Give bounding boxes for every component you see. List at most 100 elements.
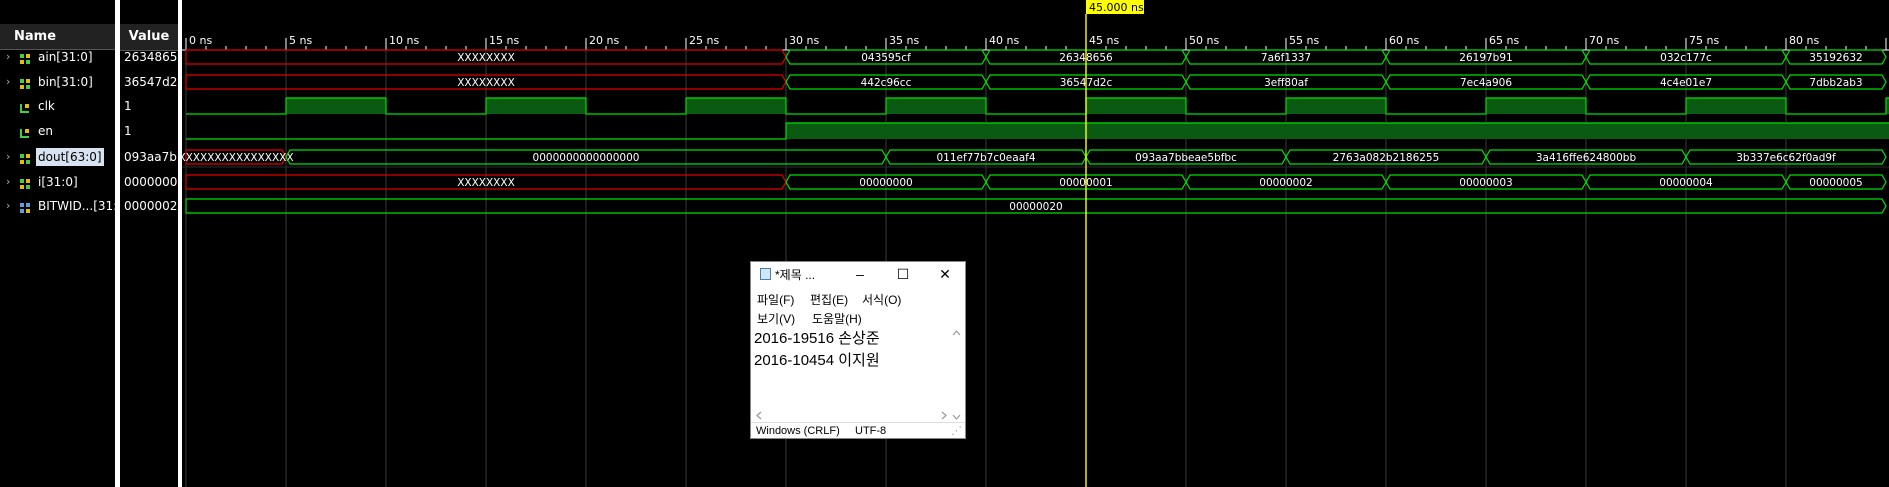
signal-row[interactable]: › BITWID...[31:0]	[0, 196, 130, 216]
notepad-app-icon	[760, 268, 771, 280]
bus-value-label: 442c96cc	[861, 77, 912, 89]
signal-value: 2634865	[124, 50, 178, 64]
ruler-tick-label: 75 ns	[1689, 34, 1719, 47]
ruler-tick-label: 80 ns	[1789, 34, 1819, 47]
bus-value-label: XXXXXXXX	[457, 52, 515, 64]
ruler-tick-label: 50 ns	[1189, 34, 1219, 47]
menu-help[interactable]: 도움말(H)	[812, 310, 862, 327]
clk-high-fill	[1286, 98, 1386, 114]
ruler-tick-label: 65 ns	[1489, 34, 1519, 47]
vertical-scrollbar[interactable]	[950, 326, 963, 424]
wire-icon	[19, 125, 31, 138]
menu-file[interactable]: 파일(F)	[757, 291, 794, 308]
clk-high-fill	[1086, 98, 1186, 114]
ruler-tick-label: 45 ns	[1089, 34, 1119, 47]
bus-value-label: 35192632	[1809, 52, 1862, 64]
bus-value-label: 043595cf	[861, 52, 911, 64]
bus-value-label: 4c4e01e7	[1660, 77, 1712, 89]
bus-icon	[19, 76, 31, 89]
notepad-statusbar: Windows (CRLF) UTF-8 ⋰	[751, 422, 965, 440]
clk-high-fill	[286, 98, 386, 114]
signal-name[interactable]: dout[63:0]	[35, 147, 105, 167]
bus-value-label: 7dbb2ab3	[1809, 77, 1862, 89]
bus-value-label: 093aa7bbeae5bfbc	[1135, 152, 1237, 164]
ruler-tick-label: 40 ns	[989, 34, 1019, 47]
signal-row[interactable]: › ain[31:0]	[0, 47, 115, 67]
clk-high-fill	[1486, 98, 1586, 114]
name-column: Name › ain[31:0] › bin[31:0] clk en › dout[63:0…	[0, 0, 130, 487]
clk-high-fill	[886, 98, 986, 114]
ruler-tick-label: 5 ns	[289, 34, 312, 47]
bus-value-label: 00000003	[1459, 177, 1512, 189]
bus-value-label: 2763a082b2186255	[1333, 152, 1440, 164]
clk-high-fill	[486, 98, 586, 114]
bus-value-label: XXXXXXXX	[457, 77, 515, 89]
bus-value-label: 011ef77b7c0eaaf4	[936, 152, 1035, 164]
horizontal-scrollbar[interactable]	[754, 409, 950, 422]
signal-value: 0000002	[124, 199, 178, 213]
param-icon	[19, 200, 31, 213]
wire-icon	[19, 100, 31, 113]
bus-value-label: 3eff80af	[1264, 77, 1308, 89]
resize-grip-icon[interactable]: ⋰	[951, 423, 962, 440]
expand-chevron-icon[interactable]: ›	[6, 196, 16, 216]
signal-value: 1	[124, 124, 132, 138]
minimize-button[interactable]: –	[849, 264, 871, 284]
bus-icon	[19, 176, 31, 189]
status-encoding: UTF-8	[855, 425, 887, 437]
ruler-tick-label: 20 ns	[589, 34, 619, 47]
bus-value-label: 3b337e6c62f0ad9f	[1736, 152, 1836, 164]
clk-high-fill	[1686, 98, 1786, 114]
menu-format[interactable]: 서식(O)	[862, 291, 901, 308]
menu-edit[interactable]: 편집(E)	[810, 291, 848, 308]
close-button[interactable]: ✕	[934, 264, 956, 284]
clk-high-fill	[686, 98, 786, 114]
notepad-text-area[interactable]: 2016-19516 손상준 2016-10454 이지원	[754, 328, 954, 408]
menu-view[interactable]: 보기(V)	[757, 310, 795, 327]
bus-value-label: XXXXXXXX	[457, 177, 515, 189]
signal-name[interactable]: i[31:0]	[36, 173, 80, 191]
bus-icon	[19, 51, 31, 64]
expand-chevron-icon[interactable]: ›	[6, 172, 16, 192]
ruler-tick-label: 15 ns	[489, 34, 519, 47]
signal-row[interactable]: en	[0, 121, 115, 141]
bus-value-label: 032c177c	[1660, 52, 1712, 64]
maximize-button[interactable]: ☐	[892, 264, 914, 284]
notepad-window[interactable]: *제목 ... – ☐ ✕ 파일(F) 편집(E) 서식(O) 보기(V) 도움…	[750, 261, 966, 439]
signal-row[interactable]: › i[31:0]	[0, 172, 115, 192]
ruler-tick-label: 35 ns	[889, 34, 919, 47]
signal-name[interactable]: clk	[36, 97, 57, 115]
cursor-time-label: 45.000 ns	[1089, 1, 1144, 14]
waveform-view[interactable]: 0 ns 5 ns 10 ns 15 ns 20 ns 25 ns 30 ns 35 ns 40…	[182, 0, 1889, 487]
bus-value-label: XXXXXXXXXXXXXXXX	[182, 152, 294, 164]
ruler-tick-label: 70 ns	[1589, 34, 1619, 47]
bus-value-label: 00000005	[1809, 177, 1862, 189]
signal-row[interactable]: clk	[0, 96, 115, 116]
ruler-tick-label: 60 ns	[1389, 34, 1419, 47]
ruler-tick-label: 55 ns	[1289, 34, 1319, 47]
signal-name[interactable]: en	[36, 122, 55, 140]
bus-value-label: 26197b91	[1459, 52, 1512, 64]
expand-chevron-icon[interactable]: ›	[6, 72, 16, 92]
expand-chevron-icon[interactable]: ›	[6, 147, 16, 167]
bus-value-label: 00000000	[859, 177, 912, 189]
bus-value-label: 00000004	[1659, 177, 1713, 189]
signal-row[interactable]: › bin[31:0]	[0, 72, 115, 92]
signal-name[interactable]: ain[31:0]	[36, 48, 95, 66]
ruler-tick-label: 0 ns	[189, 34, 212, 47]
signal-name[interactable]: bin[31:0]	[36, 73, 95, 91]
status-line-ending: Windows (CRLF)	[756, 425, 840, 437]
clk-waveform	[186, 97, 1889, 115]
bus-value-label: 3a416ffe624800bb	[1536, 152, 1637, 164]
signal-row[interactable]: › dout[63:0]	[0, 147, 115, 167]
bus-value-label: 0000000000000000	[533, 152, 640, 164]
ruler-tick-label: 25 ns	[689, 34, 719, 47]
ruler-tick-label: 10 ns	[389, 34, 419, 47]
signal-value: 093aa7b	[124, 150, 177, 164]
signal-value: 0000000	[124, 175, 178, 189]
expand-chevron-icon[interactable]: ›	[6, 47, 16, 67]
notepad-titlebar[interactable]: *제목 ... – ☐ ✕	[751, 262, 965, 286]
signal-value: 36547d2	[124, 75, 178, 89]
bus-value-label: 7ec4a906	[1460, 77, 1512, 89]
bus-icon	[19, 151, 31, 164]
